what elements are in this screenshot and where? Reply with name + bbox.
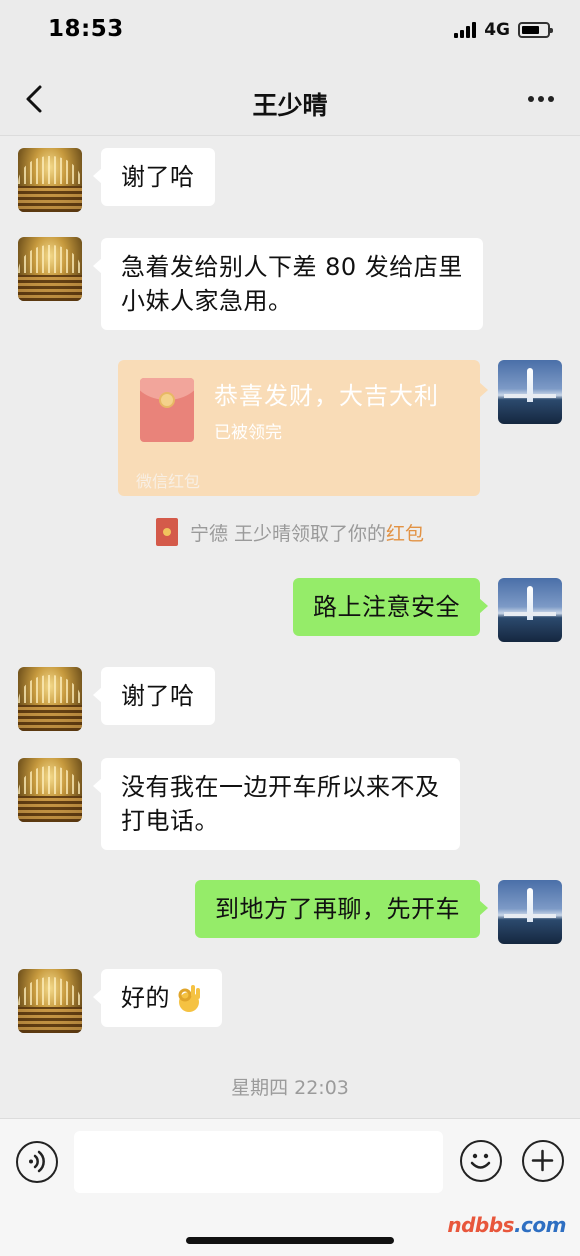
voice-icon[interactable] <box>16 1141 58 1183</box>
emoji-icon[interactable] <box>460 1140 502 1182</box>
contact-avatar[interactable] <box>18 758 82 822</box>
site-watermark: ndbbs.com <box>447 1213 566 1237</box>
home-indicator <box>186 1237 394 1244</box>
red-packet-message[interactable]: 恭喜发财，大吉大利 已被领完 微信红包 <box>118 360 488 496</box>
message-text: 谢了哈 <box>121 682 195 710</box>
battery-icon <box>518 22 553 38</box>
message-text-line: 没有我在一边开车所以来不及 <box>121 773 440 801</box>
self-avatar[interactable] <box>498 880 562 944</box>
message-text-line: 急着发给别人下差 80 发给店里 <box>121 253 463 281</box>
outgoing-message[interactable]: 到地方了再聊，先开车 <box>195 880 488 938</box>
timestamp: 星期四 22:03 <box>231 1077 349 1099</box>
incoming-message[interactable]: 没有我在一边开车所以来不及 打电话。 <box>93 758 460 850</box>
message-text: 路上注意安全 <box>313 593 460 621</box>
input-bar: ndbbs.com <box>0 1118 580 1256</box>
message-text: 谢了哈 <box>121 163 195 191</box>
more-icon[interactable] <box>528 96 554 102</box>
red-packet-icon <box>140 378 194 442</box>
contact-avatar[interactable] <box>18 969 82 1033</box>
system-note-text: 宁德 王少晴领取了你的 <box>189 522 387 545</box>
plus-icon[interactable] <box>522 1140 564 1182</box>
incoming-message[interactable]: 谢了哈 <box>93 667 215 725</box>
incoming-message[interactable]: 好的 <box>93 969 222 1027</box>
incoming-message[interactable]: 谢了哈 <box>93 148 215 206</box>
message-input[interactable] <box>74 1131 443 1193</box>
status-time: 18:53 <box>48 16 124 42</box>
ok-hand-emoji <box>174 983 202 1013</box>
outgoing-message[interactable]: 路上注意安全 <box>293 578 488 636</box>
red-packet-divider <box>134 460 464 461</box>
message-text: 到地方了再聊，先开车 <box>215 895 460 923</box>
red-packet-label: 微信红包 <box>136 472 201 491</box>
signal-icon <box>454 22 477 38</box>
incoming-message[interactable]: 急着发给别人下差 80 发给店里 小妹人家急用。 <box>93 238 483 330</box>
red-packet-status: 已被领完 <box>214 423 282 443</box>
red-packet-icon <box>155 518 178 546</box>
red-packet-title: 恭喜发财，大吉大利 <box>214 382 439 410</box>
contact-avatar[interactable] <box>18 148 82 212</box>
network-type: 4G <box>484 20 510 40</box>
chat-title: 王少晴 <box>252 91 328 120</box>
top-bar: 18:53 4G 王少晴 <box>0 0 580 136</box>
system-note: 宁德 王少晴领取了你的红包 <box>0 518 580 546</box>
contact-avatar[interactable] <box>18 667 82 731</box>
red-packet-link[interactable]: 红包 <box>386 523 424 545</box>
message-text: 好的 <box>121 984 170 1012</box>
message-text-line: 小妹人家急用。 <box>121 287 293 315</box>
self-avatar[interactable] <box>498 578 562 642</box>
status-indicators: 4G <box>454 20 553 40</box>
self-avatar[interactable] <box>498 360 562 424</box>
contact-avatar[interactable] <box>18 237 82 301</box>
message-text-line: 打电话。 <box>121 807 219 835</box>
